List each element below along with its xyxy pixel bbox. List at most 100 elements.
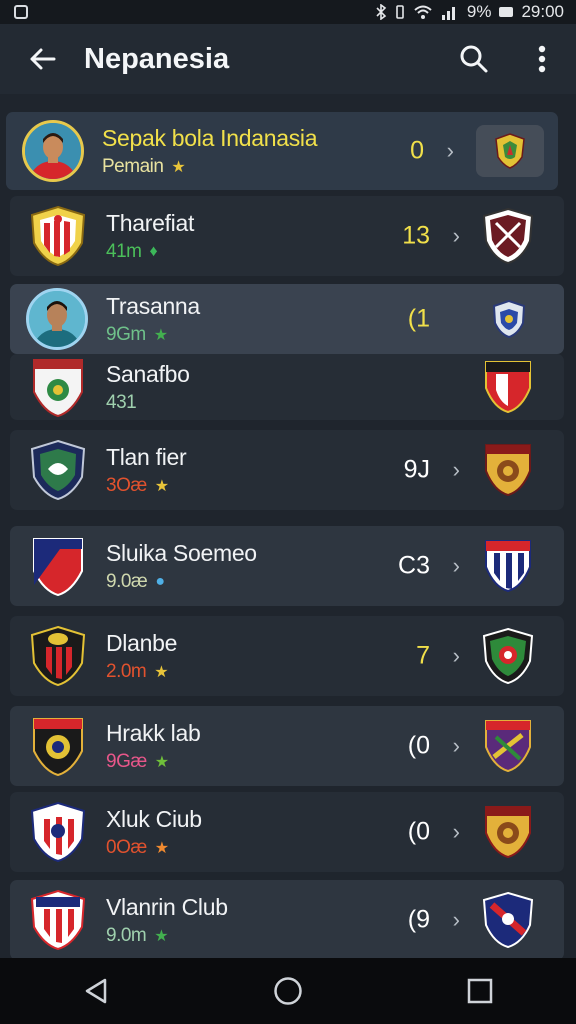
star-icon: ★ (154, 663, 169, 681)
club-logo (30, 801, 86, 863)
search-button[interactable] (440, 44, 508, 74)
star-icon: ★ (153, 326, 169, 344)
list-item-dlanbe[interactable]: Dlanbe 2.0m ★ 7 › (10, 616, 564, 696)
list-item-xluk-ciub[interactable]: Xluk Ciub 0Oæ ★ (0 › (10, 792, 564, 872)
club-crest (482, 891, 534, 949)
club-logo (30, 439, 86, 501)
club-subtitle: 9Gm (106, 323, 146, 345)
club-crest (492, 299, 526, 339)
club-crest (485, 361, 531, 414)
chevron-right-icon: › (452, 819, 460, 844)
shield-small-icon: ● (155, 572, 165, 590)
list-item-hrakk-lab[interactable]: Hrakk lab 9Gæ ★ (0 › (10, 706, 564, 786)
list-item-tlan-fier[interactable]: Tlan fier 3Oæ ★ 9J › (10, 430, 564, 510)
club-name: Dlanbe (106, 629, 178, 656)
notification-icon (14, 5, 28, 19)
club-logo (30, 205, 86, 267)
club-score: (1 (407, 304, 430, 333)
club-score: 9J (403, 455, 430, 484)
list-item-vlanrin-club[interactable]: Vlanrin Club 9.0m ★ (9 › (10, 880, 564, 960)
club-score: 0 (410, 136, 424, 165)
club-crest (476, 125, 544, 177)
nav-recents-button[interactable] (450, 966, 510, 1016)
search-icon (460, 45, 488, 73)
list-item-trasanna[interactable]: Trasanna 9Gm ★ (1 (10, 284, 564, 354)
club-subtitle: 0Oæ (106, 836, 147, 858)
player-avatar (26, 288, 88, 350)
nav-back-button[interactable] (66, 966, 126, 1016)
club-subtitle: 3Oæ (106, 474, 147, 496)
list-item-sluika-soemeo[interactable]: Sluika Soemeo 9.0æ ● C3 › (10, 526, 564, 606)
app-bar: Nepanesia (0, 24, 576, 94)
club-subtitle: 2.0m (106, 660, 147, 682)
battery-icon (499, 7, 514, 17)
star-icon: ★ (154, 927, 169, 945)
club-crest (482, 627, 534, 685)
page-title: Nepanesia (84, 42, 230, 75)
back-button[interactable] (0, 47, 84, 71)
star-icon: ★ (154, 839, 170, 857)
system-nav-bar (0, 958, 576, 1024)
club-crest (485, 720, 531, 773)
chevron-right-icon: › (452, 643, 460, 668)
club-subtitle: 41m (106, 240, 142, 262)
club-name: Vlanrin Club (106, 893, 228, 920)
nav-home-button[interactable] (258, 966, 318, 1016)
list-item-sepak-bola[interactable]: Sepak bola Indanasia Pemain ★ 0 › (6, 112, 558, 190)
club-score: (0 (407, 817, 430, 846)
square-recents-icon (467, 978, 493, 1004)
chevron-right-icon: › (452, 553, 460, 578)
status-bar: 9% 29:00 (0, 0, 576, 24)
more-options-button[interactable] (508, 44, 576, 74)
club-crest (482, 207, 534, 265)
more-vert-icon (538, 45, 546, 73)
battery-percent: 9% (466, 2, 492, 21)
club-score: 7 (416, 641, 430, 670)
club-score: (0 (407, 731, 430, 760)
club-score: (9 (407, 905, 430, 934)
club-subtitle: 9.0æ (106, 570, 148, 592)
arrow-left-icon (30, 48, 56, 70)
club-name: Tharefiat (106, 209, 195, 236)
club-name: Sepak bola Indanasia (102, 124, 318, 151)
list-item-tharefiat[interactable]: Tharefiat 41m ♦ 13 › (10, 196, 564, 276)
club-subtitle: Pemain (102, 155, 164, 177)
bluetooth-icon (376, 4, 387, 20)
club-subtitle: 431 (106, 391, 137, 413)
vibrate-icon (396, 5, 404, 19)
club-name: Xluk Ciub (106, 805, 202, 832)
chevron-right-icon: › (452, 223, 460, 248)
club-crest (485, 444, 531, 497)
club-subtitle: 9.0m (106, 924, 147, 946)
club-name: Sluika Soemeo (106, 539, 257, 566)
signal-icon (441, 7, 455, 20)
club-name: Hrakk lab (106, 719, 201, 746)
triangle-back-icon (85, 978, 107, 1004)
chevron-right-icon: › (452, 907, 460, 932)
club-logo (33, 718, 83, 777)
shield-crest-icon (495, 133, 525, 169)
circle-home-icon (274, 977, 302, 1005)
club-logo (33, 359, 83, 418)
club-name: Sanafbo (106, 360, 190, 387)
chevron-right-icon: › (446, 138, 454, 163)
club-score: 13 (402, 221, 430, 250)
club-crest (485, 540, 531, 593)
star-icon: ★ (154, 477, 170, 495)
chevron-right-icon: › (452, 733, 460, 758)
club-logo (30, 889, 86, 951)
club-logo (30, 625, 86, 687)
star-icon: ♦ (149, 242, 158, 260)
star-icon: ★ (154, 753, 170, 771)
wifi-icon (414, 5, 432, 19)
status-time: 29:00 (521, 2, 564, 21)
club-crest (485, 806, 531, 859)
club-name: Tlan fier (106, 443, 187, 470)
player-avatar (22, 120, 84, 182)
star-icon: ★ (171, 158, 186, 176)
club-score: C3 (398, 551, 430, 580)
club-name: Trasanna (106, 292, 200, 319)
club-logo (33, 538, 83, 597)
list-item-sanafbo[interactable]: Sanafbo 431 (10, 354, 564, 420)
club-subtitle: 9Gæ (106, 750, 147, 772)
